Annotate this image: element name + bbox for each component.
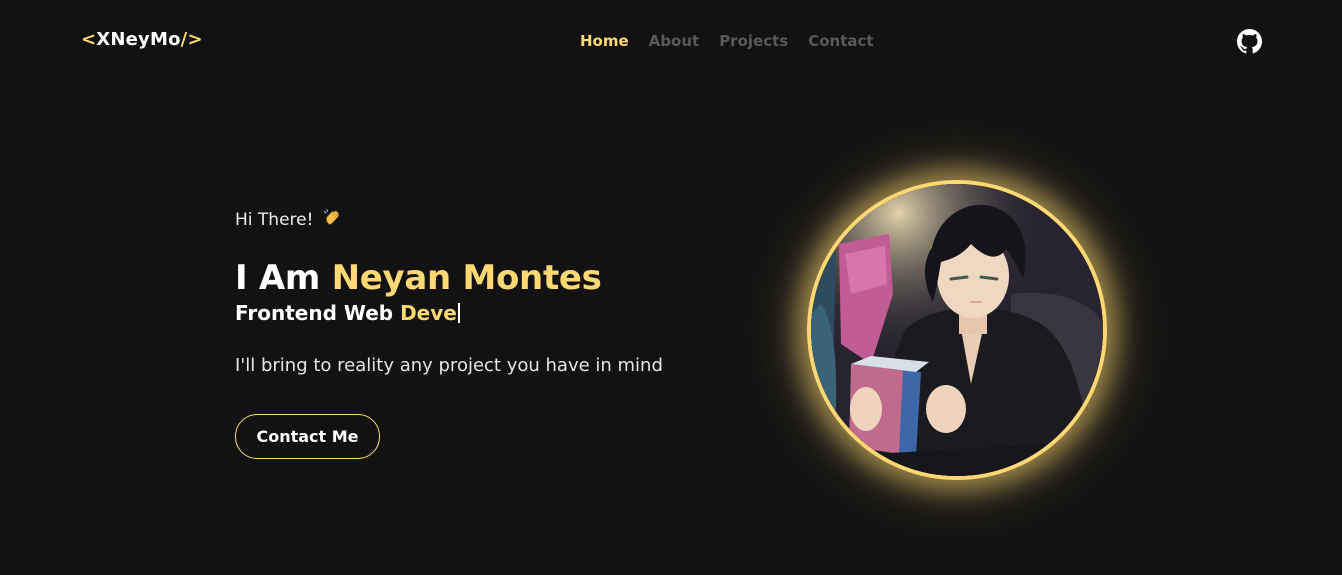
hero-name-prefix: I Am bbox=[235, 258, 321, 298]
hero-role-typed: Deve bbox=[400, 301, 457, 325]
hero-tagline: I'll bring to reality any project you ha… bbox=[235, 355, 663, 376]
main-nav: Home About Projects Contact bbox=[580, 32, 874, 50]
nav-link-projects[interactable]: Projects bbox=[719, 32, 788, 50]
hero-name: I Am Neyan Montes bbox=[235, 258, 602, 298]
hero-role: Frontend Web Deve bbox=[235, 301, 460, 325]
hero-role-prefix: Frontend Web bbox=[235, 301, 394, 325]
hero-name-highlight: Neyan Montes bbox=[331, 258, 602, 298]
avatar bbox=[807, 180, 1107, 480]
logo-open-bracket: < bbox=[81, 29, 97, 50]
logo[interactable]: <XNeyMo/> bbox=[81, 29, 203, 50]
page: <XNeyMo/> Home About Projects Contact Hi… bbox=[0, 0, 1342, 575]
nav-link-home[interactable]: Home bbox=[580, 32, 629, 50]
logo-name: XNeyMo bbox=[96, 29, 181, 50]
greeting-text: Hi There! bbox=[235, 210, 314, 230]
waving-hand-icon bbox=[323, 208, 343, 228]
logo-close-bracket: /> bbox=[180, 29, 203, 50]
nav-link-contact[interactable]: Contact bbox=[808, 32, 873, 50]
github-icon[interactable] bbox=[1237, 29, 1262, 54]
avatar-illustration bbox=[811, 184, 1103, 476]
contact-me-button[interactable]: Contact Me bbox=[235, 414, 380, 459]
typing-cursor bbox=[457, 303, 460, 323]
greeting: Hi There! bbox=[235, 208, 343, 230]
nav-link-about[interactable]: About bbox=[649, 32, 700, 50]
